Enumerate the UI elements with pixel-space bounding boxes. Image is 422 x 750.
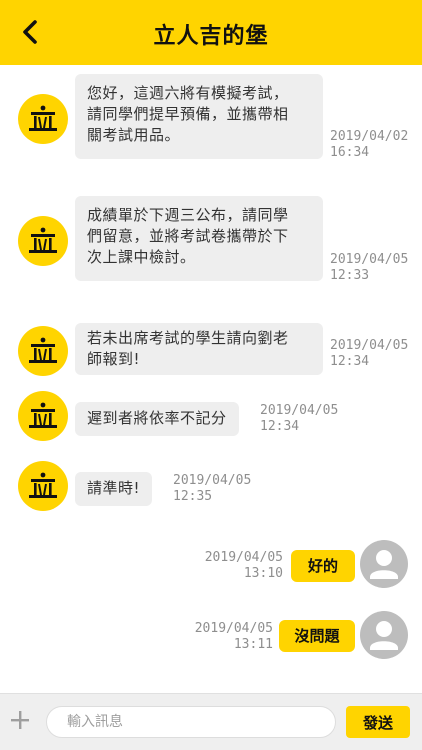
message-bubble[interactable]: 您好，這週六將有模擬考試， 請同學們提早預備，並攜帶相 關考試用品。 [75, 74, 323, 159]
avatar[interactable] [18, 94, 68, 144]
message-timestamp: 2019/04/05 12:33 [330, 252, 409, 283]
avatar[interactable] [18, 216, 68, 266]
school-logo-icon [29, 105, 57, 131]
school-logo-icon [29, 227, 57, 253]
message-timestamp: 2019/04/05 12:35 [173, 473, 252, 504]
message-line: 您好，這週六將有模擬考試， [87, 84, 289, 102]
school-logo-icon [29, 472, 57, 498]
avatar[interactable] [18, 461, 68, 511]
user-avatar[interactable] [360, 540, 408, 588]
message-bubble[interactable]: 若未出席考試的學生請向劉老 師報到! [75, 323, 323, 375]
app-header: 立人吉的堡 [0, 0, 422, 65]
message-line: 成績單於下週三公布，請同學 [87, 206, 289, 224]
message-timestamp: 2019/04/05 13:11 [194, 621, 273, 652]
message-line: 請準時! [87, 479, 141, 497]
message-timestamp: 2019/04/05 12:34 [260, 403, 339, 434]
message-line: 師報到! [87, 350, 141, 368]
message-timestamp: 2019/04/05 12:34 [330, 338, 409, 369]
my-message-bubble[interactable]: 好的 [291, 550, 355, 582]
message-line: 們留意，並將考試卷攜帶於下 [87, 227, 289, 245]
message-line: 次上課中檢討。 [87, 248, 196, 266]
school-logo-icon [29, 337, 57, 363]
avatar[interactable] [18, 391, 68, 441]
chat-area[interactable]: 您好，這週六將有模擬考試， 請同學們提早預備，並攜帶相 關考試用品。 2019/… [0, 65, 422, 693]
message-bubble[interactable]: 成績單於下週三公布，請同學 們留意，並將考試卷攜帶於下 次上課中檢討。 [75, 196, 323, 281]
my-message-bubble[interactable]: 沒問題 [279, 620, 355, 652]
message-line: 若未出席考試的學生請向劉老 [87, 329, 289, 347]
page-title: 立人吉的堡 [153, 24, 269, 49]
school-logo-icon [29, 402, 57, 428]
message-line: 遲到者將依率不記分 [87, 409, 227, 427]
user-icon [370, 621, 398, 650]
user-icon [370, 550, 398, 579]
add-attachment-button[interactable] [8, 708, 32, 732]
message-line: 關考試用品。 [87, 126, 181, 144]
message-line: 請同學們提早預備，並攜帶相 [87, 105, 289, 123]
message-timestamp: 2019/04/02 16:34 [330, 129, 409, 160]
message-input[interactable] [46, 706, 336, 738]
message-timestamp: 2019/04/05 13:10 [204, 550, 283, 581]
composer-bar: 發送 [0, 693, 422, 750]
user-avatar[interactable] [360, 611, 408, 659]
plus-icon [11, 711, 29, 729]
send-button[interactable]: 發送 [346, 706, 410, 738]
avatar[interactable] [18, 326, 68, 376]
message-bubble[interactable]: 請準時! [75, 472, 153, 506]
message-bubble[interactable]: 遲到者將依率不記分 [75, 402, 239, 436]
